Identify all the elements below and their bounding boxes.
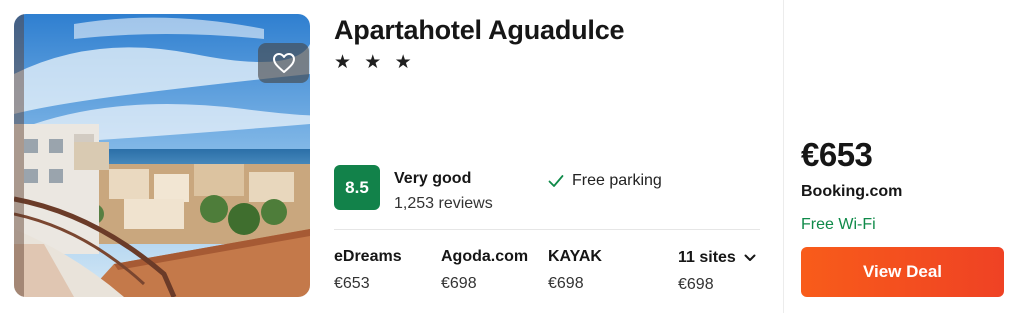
heart-outline-icon (272, 53, 295, 73)
site-name: Agoda.com (441, 248, 529, 265)
divider (334, 229, 760, 230)
site-price: €698 (548, 275, 584, 292)
site-offer-kayak[interactable]: KAYAK €698 (548, 248, 602, 293)
hotel-result-card: Apartahotel Aguadulce ★ ★ ★ 8.5 Very goo… (0, 0, 1024, 313)
deal-perk: Free Wi-Fi (801, 216, 876, 233)
site-price: €698 (441, 275, 477, 292)
review-score-badge: 8.5 (334, 165, 380, 210)
favorite-button[interactable] (258, 43, 309, 83)
site-price: €653 (334, 275, 370, 292)
best-price: €653 (801, 136, 873, 173)
more-sites-label: 11 sites (678, 249, 736, 266)
hotel-name[interactable]: Apartahotel Aguadulce (334, 15, 625, 46)
amenity-label: Free parking (572, 172, 662, 189)
more-sites-dropdown[interactable]: 11 sites (678, 249, 756, 267)
check-icon (548, 175, 564, 187)
amenity-free-parking: Free parking (548, 172, 662, 190)
site-name: KAYAK (548, 248, 602, 265)
chevron-down-icon (744, 254, 756, 261)
star-rating: ★ ★ ★ (334, 52, 416, 73)
review-count[interactable]: 1,253 reviews (394, 195, 493, 213)
more-sites-price[interactable]: €698 (678, 276, 714, 294)
site-offer-agoda[interactable]: Agoda.com €698 (441, 248, 528, 293)
view-deal-button[interactable]: View Deal (801, 247, 1004, 297)
hotel-photo[interactable] (14, 14, 310, 297)
site-name: eDreams (334, 248, 402, 265)
column-divider (783, 0, 784, 313)
deal-provider: Booking.com (801, 183, 903, 200)
rating-label: Very good (394, 170, 472, 187)
site-offer-edreams[interactable]: eDreams €653 (334, 248, 402, 293)
